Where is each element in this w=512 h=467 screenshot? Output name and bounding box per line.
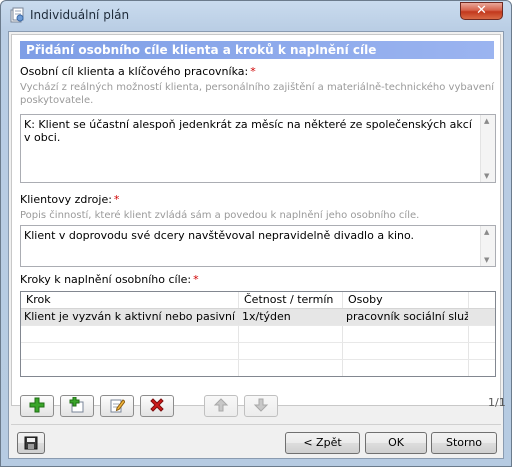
- table-row[interactable]: [21, 343, 495, 360]
- goal-value: K: Klient se účastní alespoň jedenkrát z…: [24, 118, 472, 144]
- scroll-up-arrow-icon[interactable]: ▲: [484, 228, 489, 236]
- column-header-osoby[interactable]: Osoby: [343, 292, 469, 308]
- goal-label-row: Osobní cíl klienta a klíčového pracovník…: [20, 65, 256, 78]
- page-indicator: 1/1: [488, 396, 506, 409]
- close-button[interactable]: ✕: [460, 2, 503, 20]
- add-substep-button[interactable]: [60, 395, 94, 417]
- move-down-button[interactable]: [244, 395, 278, 417]
- goal-hint-line-2: poskytovatele.: [20, 95, 94, 106]
- table-cell: Klient je vyzván k aktivní nebo pasivní …: [21, 309, 239, 325]
- resources-hint: Popis činností, které klient zvládá sám …: [20, 210, 420, 221]
- table-row[interactable]: [21, 360, 495, 376]
- scroll-down-arrow-icon[interactable]: ▼: [484, 256, 489, 264]
- steps-grid-header: Krok Četnost / termín Osoby: [21, 292, 495, 309]
- steps-required-mark: *: [193, 273, 199, 286]
- table-row[interactable]: [21, 326, 495, 343]
- dialog-window: Individuální plán ✕ Přidání osobního cíl…: [0, 0, 512, 467]
- steps-label-row: Kroky k naplnění osobního cíle: *: [20, 273, 199, 286]
- scroll-up-arrow-icon[interactable]: ▲: [484, 117, 489, 125]
- column-header-krok[interactable]: Krok: [21, 292, 239, 308]
- floppy-disk-icon: [24, 436, 38, 453]
- goal-hint-line-1: Vychází z reálných možností klienta, per…: [20, 82, 495, 93]
- resources-scrollbar[interactable]: ▲ ▼: [480, 226, 495, 266]
- title-bar[interactable]: Individuální plán ✕: [1, 1, 511, 28]
- move-up-icon: [213, 397, 229, 416]
- resources-textarea[interactable]: Klient v doprovodu své dcery navštěvoval…: [20, 225, 496, 267]
- move-down-icon: [253, 397, 269, 416]
- footer-divider: [11, 424, 501, 425]
- goal-required-mark: *: [250, 65, 256, 78]
- steps-label: Kroky k naplnění osobního cíle:: [20, 273, 192, 286]
- form-panel: Přidání osobního cíle klienta a kroků k …: [11, 34, 506, 417]
- plan-document-icon: [9, 7, 25, 23]
- save-button[interactable]: [17, 432, 45, 454]
- resources-value: Klient v doprovodu své dcery navštěvoval…: [24, 229, 415, 242]
- table-cell: pracovník sociální služby: [343, 309, 469, 325]
- add-subitem-icon: [69, 396, 85, 416]
- window-title: Individuální plán: [30, 8, 130, 22]
- goal-textarea[interactable]: K: Klient se účastní alespoň jedenkrát z…: [20, 114, 496, 183]
- table-row[interactable]: Klient je vyzván k aktivní nebo pasivní …: [21, 309, 495, 326]
- ok-button[interactable]: OK: [365, 432, 427, 454]
- move-up-button[interactable]: [204, 395, 238, 417]
- steps-grid[interactable]: Krok Četnost / termín Osoby Klient je vy…: [20, 291, 496, 377]
- edit-icon: [109, 397, 126, 416]
- delete-icon: [149, 397, 165, 416]
- delete-step-button[interactable]: [140, 395, 174, 417]
- edit-step-button[interactable]: [100, 395, 134, 417]
- goal-label: Osobní cíl klienta a klíčového pracovník…: [20, 65, 249, 78]
- back-button[interactable]: < Zpět: [285, 432, 360, 454]
- add-icon: [29, 397, 45, 416]
- dialog-client-area: Přidání osobního cíle klienta a kroků k …: [8, 31, 506, 459]
- column-header-cetnost[interactable]: Četnost / termín: [239, 292, 343, 308]
- section-header: Přidání osobního cíle klienta a kroků k …: [20, 41, 494, 59]
- table-cell: 1x/týden: [239, 309, 343, 325]
- scroll-down-arrow-icon[interactable]: ▼: [484, 172, 489, 180]
- cancel-button[interactable]: Storno: [431, 432, 497, 454]
- resources-required-mark: *: [113, 193, 120, 206]
- resources-label-row: Klientovy zdroje: *: [20, 193, 119, 206]
- add-step-button[interactable]: [20, 395, 54, 417]
- resources-label: Klientovy zdroje:: [20, 193, 112, 206]
- goal-scrollbar[interactable]: ▲ ▼: [480, 115, 495, 182]
